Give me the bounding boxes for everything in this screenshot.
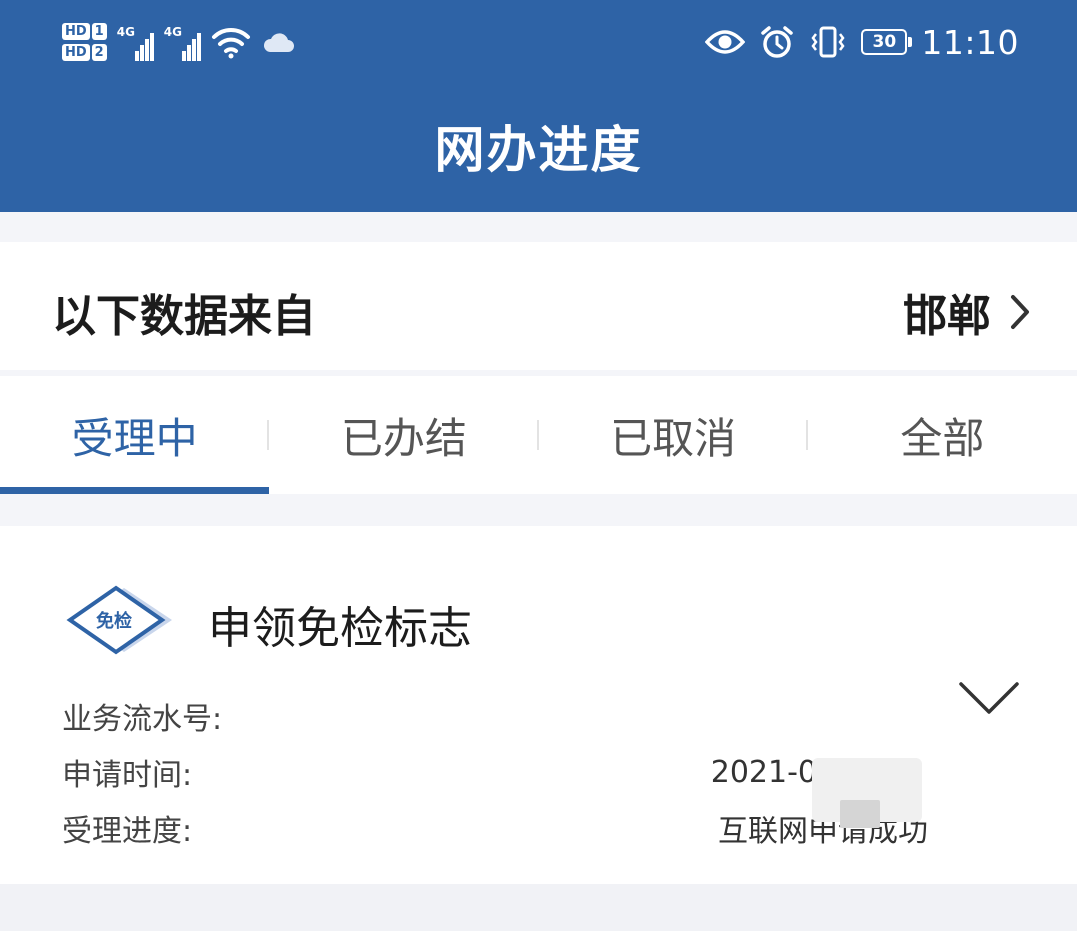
battery-icon: 30 <box>861 29 913 55</box>
exemption-badge-icon: 免检 <box>64 584 176 656</box>
signal-icon: 4G <box>117 23 154 61</box>
tab-label: 全部 <box>900 413 985 463</box>
status-bar-right: 30 11:10 <box>705 16 1019 68</box>
sim1-number: 1 <box>91 23 107 40</box>
status-tabs: 受理中 已办结 已取消 全部 <box>0 376 1077 494</box>
status-bar-left: HD 1 HD 2 4G 4G <box>62 12 295 72</box>
chevron-down-icon[interactable] <box>957 678 1021 722</box>
progress-row: 受理进度: 互联网申请成功 <box>62 808 928 849</box>
tab-all[interactable]: 全部 <box>808 376 1077 494</box>
progress-label: 受理进度: <box>62 814 193 849</box>
list-background <box>0 884 1077 931</box>
network1-label: 4G <box>116 25 135 39</box>
tab-label: 受理中 <box>71 413 198 463</box>
application-card[interactable]: 免检 申领免检标志 业务流水号: 申请时间: 2021-09-0 受理进度: 互… <box>0 526 1077 884</box>
sim-badges: HD 1 HD 2 <box>62 23 107 61</box>
cloud-icon <box>263 33 294 52</box>
tab-completed[interactable]: 已办结 <box>269 376 539 494</box>
tab-label: 已办结 <box>340 413 467 463</box>
data-source-row[interactable]: 以下数据来自 邯郸 <box>0 242 1077 370</box>
chevron-right-icon <box>1011 295 1029 329</box>
city-name: 邯郸 <box>903 291 991 342</box>
battery-level: 30 <box>872 32 897 52</box>
app-header: HD 1 HD 2 4G 4G 30 11:10 网办进度 <box>0 0 1077 212</box>
city-selector[interactable]: 邯郸 <box>903 280 1031 344</box>
tab-label: 已取消 <box>610 413 737 463</box>
tab-cancelled[interactable]: 已取消 <box>539 376 808 494</box>
alarm-icon <box>761 26 794 58</box>
sim1-badge: HD 1 <box>62 23 107 40</box>
tab-processing[interactable]: 受理中 <box>0 376 270 494</box>
sim2-badge: HD 2 <box>62 44 107 61</box>
network2-label: 4G <box>163 25 182 39</box>
sim2-number: 2 <box>91 44 107 61</box>
apply-time-label: 申请时间: <box>62 758 193 793</box>
vibrate-icon <box>811 26 845 58</box>
signal-icon-2: 4G <box>164 23 201 61</box>
badge-text: 免检 <box>96 611 132 632</box>
apply-time-row: 申请时间: 2021-09-0 <box>62 752 928 794</box>
data-source-label: 以下数据来自 <box>52 291 316 342</box>
sim1-hd-label: HD <box>62 23 90 40</box>
status-time: 11:10 <box>921 22 1019 62</box>
serial-number-row: 业务流水号: <box>62 696 928 737</box>
serial-number-label: 业务流水号: <box>62 702 223 737</box>
redaction-blur <box>840 800 880 828</box>
sim2-hd-label: HD <box>62 44 90 61</box>
wifi-icon <box>211 27 250 59</box>
eye-icon <box>705 30 746 54</box>
card-title: 申领免检标志 <box>208 603 472 654</box>
page-title: 网办进度 <box>434 121 643 179</box>
